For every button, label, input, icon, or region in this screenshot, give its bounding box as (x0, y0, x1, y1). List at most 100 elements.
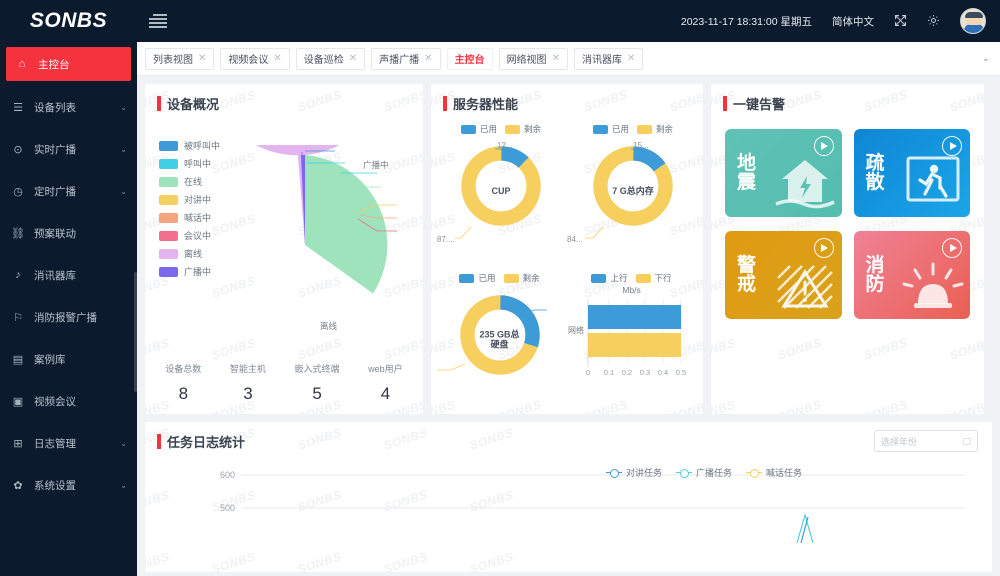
home-icon: ⌂ (18, 58, 26, 70)
menu-toggle-icon[interactable] (149, 12, 167, 30)
svg-text:600: 600 (220, 470, 235, 480)
legend-label: 在线 (184, 177, 203, 187)
fullscreen-icon[interactable] (894, 14, 907, 29)
legend-item-2[interactable]: 在线 (159, 175, 220, 188)
sidebar-item-5[interactable]: ♪ 消讯器库 (0, 259, 137, 291)
alarm-tile-label: 消防 (865, 254, 885, 295)
memory-legend: 已用 剩余 (567, 123, 699, 135)
task-legend-item-2[interactable]: 喊话任务 (745, 466, 802, 479)
watermark-text: SONBS (947, 397, 984, 414)
sidebar-item-label: 消讯器库 (34, 269, 76, 282)
sidebar-item-label: 定时广播 (34, 185, 76, 198)
sidebar-item-7[interactable]: ▤ 案例库 (0, 343, 137, 375)
tab-label: 设备巡检 (303, 55, 344, 66)
sidebar-item-3[interactable]: ◷ 定时广播 ⌄ (0, 175, 137, 207)
legend-item-6[interactable]: 离线 (159, 247, 220, 260)
sidebar-item-2[interactable]: ⊙ 实时广播 ⌄ (0, 133, 137, 165)
task-log-title: 任务日志统计 (167, 435, 246, 450)
close-icon[interactable]: ✕ (273, 53, 281, 64)
tab-5[interactable]: 网络视图 ✕ (498, 47, 568, 70)
legend-item-7[interactable]: 广播中 (159, 265, 220, 278)
watermark-text: SONBS (209, 549, 258, 572)
tab-6[interactable]: 消讯器库 ✕ (573, 47, 644, 70)
tab-1[interactable]: 视频会议 ✕ (220, 47, 290, 70)
close-icon[interactable]: ✕ (198, 53, 206, 64)
one-key-alarm-card: SONBS SONBS SONBS SONBS SONBS SONBS SONBS SONBS… (711, 84, 984, 414)
sidebar-item-label: 消防报警广播 (34, 311, 97, 324)
alarm-tile-grid: 地震 疏散 警戒 消防 (711, 117, 984, 319)
sidebar-item-8[interactable]: ▣ 视频会议 (0, 385, 137, 417)
tab-label: 消讯器库 (581, 55, 622, 66)
close-icon[interactable]: ✕ (349, 53, 357, 64)
alarm-tile-0[interactable]: 地震 (725, 129, 842, 217)
siren-icon (902, 260, 964, 317)
legend-label: 喊话任务 (765, 468, 802, 478)
svg-text:0.4: 0.4 (658, 368, 668, 377)
task-legend-item-1[interactable]: 广播任务 (675, 466, 732, 479)
tab-label: 列表视图 (153, 55, 193, 66)
sidebar-item-0[interactable]: ⌂ 主控台 (6, 47, 131, 81)
alarm-tile-1[interactable]: 疏散 (853, 129, 970, 217)
alarm-tile-2[interactable]: 警戒 (725, 231, 842, 319)
tab-0[interactable]: 列表视图 ✕ (145, 47, 215, 70)
legend-marker (605, 469, 622, 477)
legend-swatch (159, 176, 178, 187)
cpu-legend-free: 剩余 (524, 124, 542, 134)
server-performance-card: SONBS SONBS SONBS SONBS SONBS SONBS SONBS SONBS… (431, 84, 703, 414)
card-title: 任务日志统计 (145, 422, 245, 455)
sidebar-item-10[interactable]: ✿ 系统设置 ⌄ (0, 469, 137, 501)
tab-4[interactable]: 主控台✕ (446, 47, 493, 70)
legend-item-5[interactable]: 会议中 (159, 229, 220, 242)
network-bar-svg: 网络 0 0.1 0.2 0.3 0.4 0.5 (568, 299, 686, 377)
sidebar-item-6[interactable]: ⚐ 消防报警广播 (0, 301, 137, 333)
sidebar-item-9[interactable]: ⊞ 日志管理 ⌄ (0, 427, 137, 459)
svg-text:0.1: 0.1 (604, 368, 614, 377)
sidebar-item-1[interactable]: ☰ 设备列表 ⌄ (0, 91, 137, 123)
tab-3[interactable]: 声播广播 ✕ (371, 47, 441, 70)
card-title: 设备概况 (145, 84, 423, 117)
watermark-text: SONBS (861, 335, 910, 363)
sidebar-item-label: 主控台 (38, 58, 70, 71)
legend-item-1[interactable]: 呼叫中 (159, 157, 220, 170)
legend-item-0[interactable]: 被呼叫中 (159, 139, 220, 152)
task-legend-item-0[interactable]: 对讲任务 (605, 466, 662, 479)
task-log-legend: 对讲任务 广播任务 喊话任务 (605, 466, 802, 479)
alarm-tile-label: 疏散 (865, 152, 885, 193)
chevron-down-icon: ⌄ (120, 480, 127, 490)
play-icon[interactable] (813, 136, 834, 156)
tab-label: 主控台 (454, 55, 485, 66)
legend-label: 会议中 (184, 231, 212, 241)
pie-legend: 被呼叫中呼叫中在线对讲中喊话中会议中离线广播中 (159, 139, 220, 278)
legend-item-3[interactable]: 对讲中 (159, 193, 220, 206)
sidebar-item-4[interactable]: ⛓ 预案联动 (0, 217, 137, 249)
network-legend: 上行 下行 (564, 272, 699, 284)
tab-label: 声播广播 (379, 55, 420, 66)
language-switcher[interactable]: 简体中文 (832, 14, 874, 29)
mic-icon: ♪ (15, 269, 21, 281)
device-overview-card: SONBS SONBS SONBS SONBS SONBS SONBS SONBS SONBS… (145, 84, 423, 414)
year-select[interactable]: 选择年份 ▢ (874, 430, 978, 452)
svg-text:0.3: 0.3 (640, 368, 650, 377)
close-icon[interactable]: ✕ (424, 53, 432, 64)
legend-marker (745, 469, 762, 477)
stat-1: 智能主机 3 (230, 362, 266, 404)
play-icon[interactable] (813, 238, 834, 258)
tab-overflow-chevron-down-icon[interactable]: ⌄ (982, 53, 990, 64)
gear-icon[interactable] (927, 14, 940, 29)
tab-2[interactable]: 设备巡检 ✕ (295, 47, 366, 70)
watermark-text: SONBS (295, 549, 344, 572)
legend-label: 对讲任务 (625, 468, 662, 478)
gear-icon: ✿ (13, 479, 23, 492)
performance-grid: 已用 剩余 CUP 12... 87.... 已用 剩余 7 G总内存 15..… (431, 117, 703, 413)
close-icon[interactable]: ✕ (627, 53, 635, 64)
play-icon[interactable] (942, 136, 962, 156)
alarm-tile-3[interactable]: 消防 (853, 231, 970, 319)
play-icon[interactable] (942, 238, 962, 258)
legend-item-4[interactable]: 喊话中 (159, 211, 220, 224)
avatar[interactable] (960, 8, 986, 34)
mem-used-pct: 15... (633, 141, 649, 150)
header-actions: 2023-11-17 18:31:00 星期五 简体中文 (681, 0, 1000, 42)
close-icon[interactable]: ✕ (552, 53, 560, 64)
sidebar-item-label: 案例库 (34, 353, 66, 366)
legend-swatch (159, 158, 178, 169)
